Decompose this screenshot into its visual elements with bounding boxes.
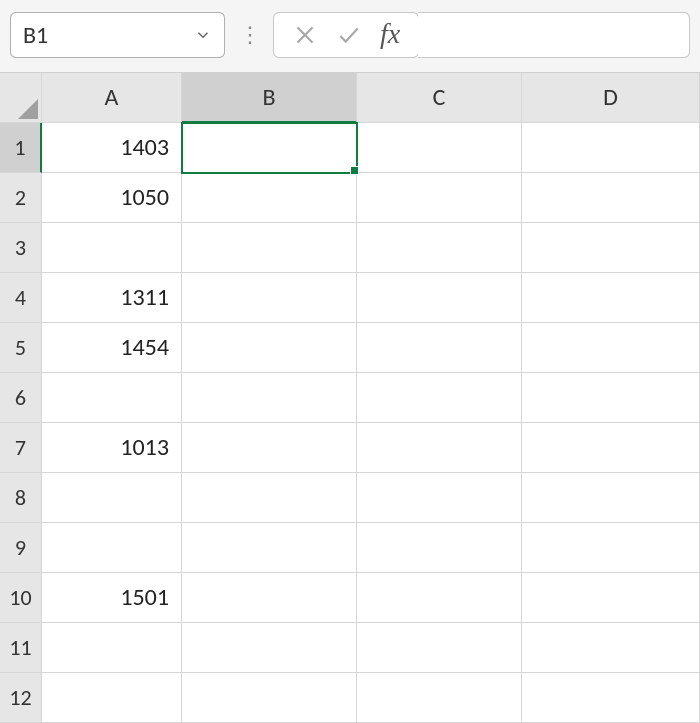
cell-C6[interactable]: [357, 373, 522, 423]
cell-D7[interactable]: [522, 423, 700, 473]
cell-D5[interactable]: [522, 323, 700, 373]
insert-function-button[interactable]: fx: [380, 19, 400, 51]
cell-A6[interactable]: [42, 373, 182, 423]
cancel-icon[interactable]: [292, 22, 318, 48]
cell-A12[interactable]: [42, 673, 182, 723]
cell-C11[interactable]: [357, 623, 522, 673]
vertical-dots-icon: ⋮: [235, 31, 263, 39]
cell-A8[interactable]: [42, 473, 182, 523]
row-header-9[interactable]: 9: [0, 523, 42, 573]
cell-A7[interactable]: 1013: [42, 423, 182, 473]
formula-input[interactable]: [418, 12, 690, 58]
select-all-corner[interactable]: [0, 73, 42, 123]
cell-A3[interactable]: [42, 223, 182, 273]
cell-C1[interactable]: [357, 123, 522, 173]
cell-B1[interactable]: [182, 123, 357, 173]
cell-B9[interactable]: [182, 523, 357, 573]
column-header-B[interactable]: B: [182, 73, 357, 123]
cell-C9[interactable]: [357, 523, 522, 573]
cell-C12[interactable]: [357, 673, 522, 723]
cell-A5[interactable]: 1454: [42, 323, 182, 373]
cell-D3[interactable]: [522, 223, 700, 273]
cell-B3[interactable]: [182, 223, 357, 273]
cell-B5[interactable]: [182, 323, 357, 373]
cell-A4[interactable]: 1311: [42, 273, 182, 323]
cell-C4[interactable]: [357, 273, 522, 323]
row-header-5[interactable]: 5: [0, 323, 42, 373]
cell-A2[interactable]: 1050: [42, 173, 182, 223]
cell-C10[interactable]: [357, 573, 522, 623]
formula-bar-buttons: fx: [273, 12, 419, 58]
cell-C5[interactable]: [357, 323, 522, 373]
cell-C2[interactable]: [357, 173, 522, 223]
cell-D10[interactable]: [522, 573, 700, 623]
formula-bar: B1 ⋮ fx: [0, 0, 700, 73]
column-header-D[interactable]: D: [522, 73, 700, 123]
enter-icon[interactable]: [336, 22, 362, 48]
cell-C3[interactable]: [357, 223, 522, 273]
cell-B12[interactable]: [182, 673, 357, 723]
cell-B7[interactable]: [182, 423, 357, 473]
spreadsheet-grid[interactable]: ABCD 114032105034131151454671013891015011…: [0, 73, 700, 723]
cell-D1[interactable]: [522, 123, 700, 173]
cell-A11[interactable]: [42, 623, 182, 673]
cell-A9[interactable]: [42, 523, 182, 573]
cell-B4[interactable]: [182, 273, 357, 323]
row-header-8[interactable]: 8: [0, 473, 42, 523]
row-header-12[interactable]: 12: [0, 673, 42, 723]
name-box-value: B1: [23, 21, 48, 50]
row-header-1[interactable]: 1: [0, 123, 42, 173]
cell-B8[interactable]: [182, 473, 357, 523]
cell-D2[interactable]: [522, 173, 700, 223]
row-header-6[interactable]: 6: [0, 373, 42, 423]
cell-C7[interactable]: [357, 423, 522, 473]
chevron-down-icon[interactable]: [194, 26, 212, 44]
row-header-2[interactable]: 2: [0, 173, 42, 223]
row-header-10[interactable]: 10: [0, 573, 42, 623]
cell-D12[interactable]: [522, 673, 700, 723]
cell-B2[interactable]: [182, 173, 357, 223]
column-header-A[interactable]: A: [42, 73, 182, 123]
column-header-C[interactable]: C: [357, 73, 522, 123]
row-header-4[interactable]: 4: [0, 273, 42, 323]
row-header-3[interactable]: 3: [0, 223, 42, 273]
cell-B10[interactable]: [182, 573, 357, 623]
cell-C8[interactable]: [357, 473, 522, 523]
cell-B6[interactable]: [182, 373, 357, 423]
cell-A1[interactable]: 1403: [42, 123, 182, 173]
cell-D6[interactable]: [522, 373, 700, 423]
cell-D4[interactable]: [522, 273, 700, 323]
cell-D8[interactable]: [522, 473, 700, 523]
cell-B11[interactable]: [182, 623, 357, 673]
cell-D11[interactable]: [522, 623, 700, 673]
cell-A10[interactable]: 1501: [42, 573, 182, 623]
cell-D9[interactable]: [522, 523, 700, 573]
name-box[interactable]: B1: [10, 12, 225, 58]
row-header-11[interactable]: 11: [0, 623, 42, 673]
row-header-7[interactable]: 7: [0, 423, 42, 473]
